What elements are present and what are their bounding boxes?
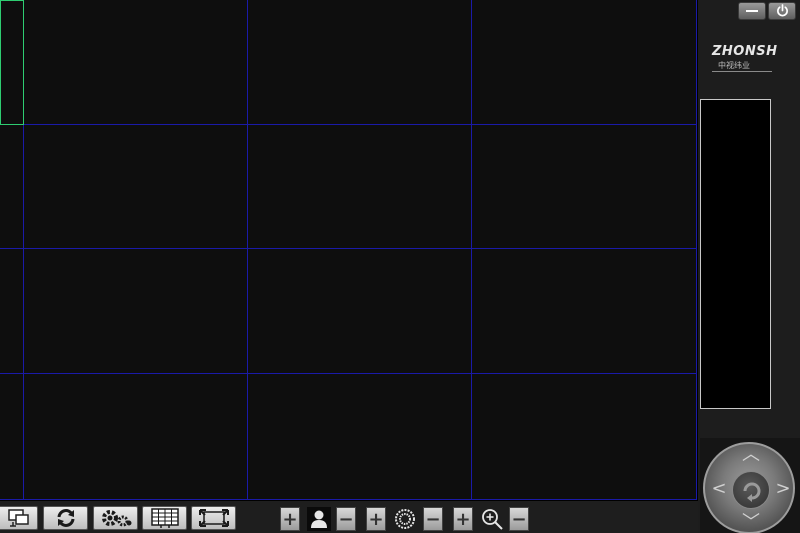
video-cell[interactable] bbox=[24, 0, 248, 125]
video-cell[interactable] bbox=[248, 125, 472, 249]
zoom-minus-button[interactable]: − bbox=[509, 507, 529, 531]
zoom-button[interactable] bbox=[480, 507, 504, 531]
devices-icon bbox=[8, 509, 29, 527]
iris-button[interactable] bbox=[393, 507, 417, 531]
refresh-icon bbox=[57, 509, 74, 527]
fullscreen-button[interactable] bbox=[191, 506, 236, 530]
video-cell[interactable] bbox=[0, 249, 24, 374]
plus-icon: + bbox=[455, 508, 471, 530]
ptz-left-arrow-icon[interactable]: < bbox=[709, 480, 729, 500]
grid-layout-button[interactable] bbox=[142, 506, 187, 530]
fullscreen-icon bbox=[198, 509, 229, 527]
settings-button[interactable] bbox=[93, 506, 138, 530]
brand-subtitle: 中视纬业 bbox=[712, 60, 772, 72]
video-cell[interactable] bbox=[472, 249, 697, 374]
person-icon bbox=[311, 510, 327, 528]
ptz-ring: ︿ ﹀ < > bbox=[703, 442, 795, 533]
video-cell[interactable] bbox=[0, 125, 24, 249]
video-cell[interactable] bbox=[0, 374, 24, 500]
zoom-plus-button[interactable]: + bbox=[453, 507, 473, 531]
video-cell[interactable] bbox=[248, 0, 472, 125]
power-icon bbox=[776, 4, 788, 17]
video-cell[interactable] bbox=[24, 125, 248, 249]
ptz-up-arrow-icon[interactable]: ︿ bbox=[741, 446, 761, 466]
video-cell[interactable] bbox=[24, 374, 248, 500]
refresh-button[interactable] bbox=[43, 506, 88, 530]
iris-plus-button[interactable]: + bbox=[366, 507, 386, 531]
ptz-minus-button[interactable]: − bbox=[336, 507, 356, 531]
video-grid bbox=[0, 0, 697, 500]
ptz-auto-button[interactable] bbox=[732, 471, 770, 509]
ptz-down-arrow-icon[interactable]: ﹀ bbox=[741, 514, 761, 533]
grid-layout-icon bbox=[150, 508, 179, 528]
bottom-toolbar: + − + − + − bbox=[0, 501, 698, 533]
minimize-icon bbox=[746, 9, 758, 12]
auto-rotate-icon bbox=[743, 482, 761, 502]
ptz-pad: ︿ ﹀ < > bbox=[700, 438, 800, 533]
ptz-plus-button[interactable]: + bbox=[280, 507, 300, 531]
settings-icon bbox=[101, 510, 131, 527]
video-cell[interactable] bbox=[248, 249, 472, 374]
power-button[interactable] bbox=[768, 2, 796, 20]
devices-button[interactable] bbox=[0, 506, 38, 530]
right-panel: ZHONSH 中视纬业 ︿ ﹀ < > bbox=[698, 0, 800, 533]
video-cell[interactable] bbox=[472, 0, 697, 125]
brand-name: ZHONSH bbox=[712, 44, 778, 59]
minus-icon: − bbox=[425, 508, 441, 530]
iris-icon bbox=[395, 509, 415, 529]
video-cell[interactable] bbox=[0, 0, 24, 125]
video-cell[interactable] bbox=[472, 374, 697, 500]
video-cell[interactable] bbox=[472, 125, 697, 249]
minus-icon: − bbox=[338, 508, 354, 530]
plus-icon: + bbox=[282, 508, 298, 530]
ptz-right-arrow-icon[interactable]: > bbox=[773, 480, 793, 500]
minimize-button[interactable] bbox=[738, 2, 766, 20]
device-list[interactable] bbox=[700, 99, 771, 409]
brand-logo: ZHONSH 中视纬业 bbox=[712, 44, 792, 72]
iris-minus-button[interactable]: − bbox=[423, 507, 443, 531]
video-cell[interactable] bbox=[24, 249, 248, 374]
preset-button[interactable] bbox=[307, 507, 331, 531]
video-cell[interactable] bbox=[248, 374, 472, 500]
zoom-icon bbox=[482, 509, 503, 530]
minus-icon: − bbox=[511, 508, 527, 530]
plus-icon: + bbox=[368, 508, 384, 530]
